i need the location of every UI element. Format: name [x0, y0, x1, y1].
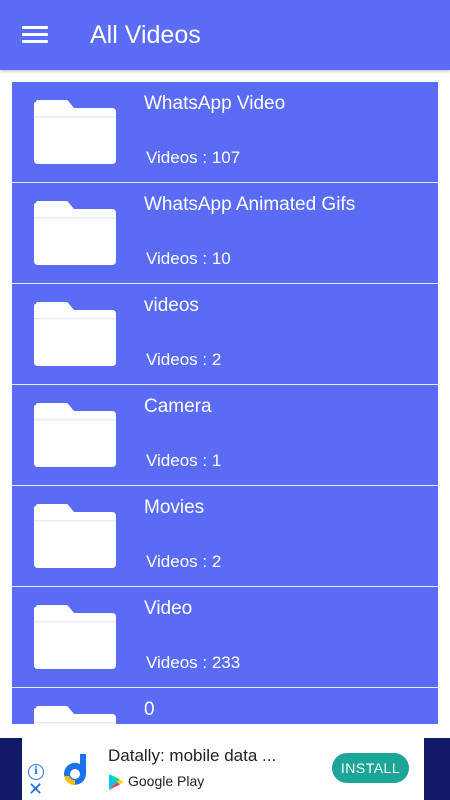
- folder-video-count: Videos : 10: [146, 249, 231, 268]
- hamburger-menu-icon[interactable]: [22, 25, 48, 45]
- install-button[interactable]: INSTALL: [332, 753, 409, 783]
- folder-icon: [34, 100, 116, 164]
- folder-name: Movies: [144, 497, 205, 518]
- folder-name: WhatsApp Animated Gifs: [144, 194, 356, 215]
- google-play-icon: [109, 774, 124, 790]
- folder-row[interactable]: Movies Videos : 2: [12, 486, 438, 587]
- ad-info-icon[interactable]: i: [28, 764, 44, 780]
- folder-icon: [34, 706, 116, 724]
- folder-row[interactable]: videos Videos : 2: [12, 284, 438, 385]
- folder-video-count: Videos : 1: [146, 451, 222, 470]
- folder-name: WhatsApp Video: [144, 93, 286, 114]
- folder-row[interactable]: Camera Videos : 1: [12, 385, 438, 486]
- folder-video-count: Videos : 2: [146, 350, 222, 369]
- folder-name: videos: [144, 295, 199, 316]
- folder-icon: [34, 504, 116, 568]
- folder-icon: [34, 302, 116, 366]
- app-bar: All Videos: [0, 0, 450, 70]
- folder-video-count: Videos : 107: [146, 148, 241, 167]
- folder-video-count: Videos : 233: [146, 653, 241, 672]
- folder-row[interactable]: Video Videos : 233: [12, 587, 438, 688]
- ad-close-icon[interactable]: ✕: [28, 780, 43, 798]
- page-title: All Videos: [90, 21, 201, 49]
- folder-row[interactable]: 0: [12, 688, 438, 724]
- datally-logo-icon: [64, 754, 86, 786]
- folder-row[interactable]: WhatsApp Video Videos : 107: [12, 82, 438, 183]
- folder-name: 0: [144, 699, 155, 720]
- folder-icon: [34, 605, 116, 669]
- folder-video-count: Videos : 2: [146, 552, 222, 571]
- folder-name: Camera: [144, 396, 212, 417]
- folder-name: Video: [144, 598, 193, 619]
- folder-row[interactable]: WhatsApp Animated Gifs Videos : 10: [12, 183, 438, 284]
- ad-banner[interactable]: i ✕ Datally: mobile data ... Google Play…: [22, 738, 424, 800]
- folder-list[interactable]: WhatsApp Video Videos : 107 WhatsApp Ani…: [12, 82, 438, 724]
- ad-store-label: Google Play: [128, 773, 205, 789]
- folder-icon: [34, 403, 116, 467]
- ad-title[interactable]: Datally: mobile data ...: [108, 746, 276, 766]
- folder-icon: [34, 201, 116, 265]
